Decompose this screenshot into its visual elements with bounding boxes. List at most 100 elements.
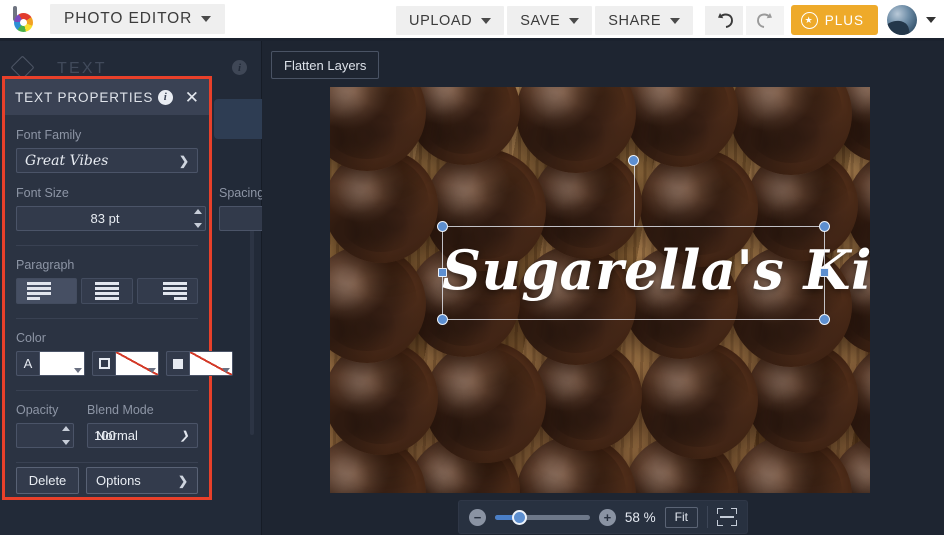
muffin [413,341,557,476]
zoom-slider-knob[interactable] [512,509,527,525]
undo-arrow-icon [717,13,733,28]
chevron-right-icon: ❯ [178,153,189,168]
muffin [629,341,769,471]
app-title-label: PHOTO EDITOR [64,10,193,27]
text-fill-color-control[interactable]: A [16,351,85,376]
delete-button[interactable]: Delete [16,467,79,494]
redo-button[interactable] [746,6,785,35]
chevron-down-icon [201,16,212,22]
color-label: Color [16,331,46,345]
text-layer[interactable]: Sugarella's Kitchen [437,155,870,325]
share-label: SHARE [608,12,662,29]
font-size-stepper[interactable] [16,206,206,231]
chevron-down-icon [148,368,156,373]
handle-top-left[interactable] [437,221,448,232]
plus-icon[interactable]: + [598,508,616,526]
rotation-handle[interactable] [627,155,639,166]
delete-label: Delete [28,473,67,488]
rotation-line [633,161,635,227]
panel-header: TEXT PROPERTIES i ✕ [5,79,209,115]
chevron-down-icon [670,17,681,24]
color-wheel-logo-icon [11,6,37,32]
minus-icon[interactable]: − [469,508,486,526]
font-size-label: Font Size [16,186,69,200]
handle-bottom-left[interactable] [437,314,448,325]
chevron-down-icon [74,368,82,373]
zoom-value: 58 % [624,509,656,525]
undo-button[interactable] [705,6,744,35]
chevron-right-icon: ❯ [177,473,188,488]
align-center-button[interactable] [81,278,133,304]
app-logo[interactable] [0,0,48,40]
color-controls: A [16,351,233,376]
opacity-stepper[interactable] [16,423,205,448]
save-label: SAVE [520,12,561,29]
text-color-a-icon: A [17,352,40,375]
redo-arrow-icon [756,13,772,28]
account-chevron-down-icon[interactable] [926,17,936,23]
sidebar-scrollbar[interactable] [250,213,254,435]
flatten-layers-label: Flatten Layers [284,57,367,73]
avatar[interactable] [887,5,917,35]
handle-top-right[interactable] [819,221,830,232]
shadow-square-icon [167,352,190,375]
top-right-actions: ★ PLUS [790,5,936,35]
font-family-label: Font Family [16,128,82,142]
top-center-actions: UPLOAD SAVE SHARE [396,6,785,35]
chevron-down-icon [569,17,580,24]
sidebar-add-text-button[interactable] [214,99,262,139]
text-properties-panel: TEXT PROPERTIES i ✕ Font Family Great Vi… [2,76,409,500]
zoom-slider[interactable] [495,509,590,525]
font-size-spinner[interactable] [193,209,202,228]
options-label: Options [96,473,141,488]
zoom-toolbar: − + 58 % Fit [458,500,748,534]
text-outline-color-control[interactable] [92,351,159,376]
font-size-input[interactable] [17,211,205,226]
opacity-label: Opacity [16,403,59,417]
font-family-select[interactable]: Great Vibes ❯ [16,148,198,173]
photo-editor-window: PHOTO EDITOR UPLOAD SAVE SHARE ★ PLUS TE… [0,0,944,535]
panel-title: TEXT PROPERTIES [15,89,154,105]
blend-mode-label: Blend Mode [87,403,154,417]
fit-to-screen-icon[interactable] [717,508,737,526]
app-title-menu[interactable]: PHOTO EDITOR [50,4,226,34]
panel-info-icon[interactable]: i [157,89,173,105]
align-right-button[interactable] [136,278,198,304]
save-menu-button[interactable]: SAVE [507,6,593,35]
divider [707,506,708,528]
handle-bottom-right[interactable] [819,314,830,325]
handle-middle-left[interactable] [438,268,447,277]
paragraph-alignment-group [16,278,198,304]
text-shadow-color-control[interactable] [166,351,233,376]
options-button[interactable]: Options ❯ [86,467,198,494]
chevron-down-icon [222,368,230,373]
divider [16,462,198,463]
plus-label: PLUS [824,12,864,28]
fit-label: Fit [674,510,688,524]
divider [16,245,198,246]
font-family-value: Great Vibes [25,152,109,169]
fit-button[interactable]: Fit [664,506,698,528]
plus-upgrade-button[interactable]: ★ PLUS [790,5,878,35]
sidebar-info-icon[interactable]: i [232,60,247,75]
text-outline-swatch[interactable] [116,352,158,375]
share-menu-button[interactable]: SHARE [595,6,694,35]
canvas-area: Flatten Layers Sugarella's Kitchen − [262,41,944,535]
text-fill-swatch[interactable] [40,352,84,375]
photo-canvas[interactable]: Sugarella's Kitchen [330,87,870,493]
upload-menu-button[interactable]: UPLOAD [396,6,505,35]
award-badge-icon: ★ [800,11,818,29]
upload-label: UPLOAD [409,12,473,29]
paragraph-label: Paragraph [16,258,75,272]
close-icon[interactable]: ✕ [185,89,199,106]
align-left-button[interactable] [16,278,78,304]
text-shadow-swatch[interactable] [190,352,232,375]
chevron-down-icon [481,17,492,24]
selection-bounding-box [437,155,830,325]
handle-middle-right[interactable] [820,268,829,277]
top-toolbar: PHOTO EDITOR UPLOAD SAVE SHARE ★ PLUS [0,0,944,41]
divider [16,318,198,319]
flatten-layers-button[interactable]: Flatten Layers [271,51,380,79]
opacity-input[interactable] [17,428,205,443]
opacity-spinner[interactable] [61,426,70,445]
